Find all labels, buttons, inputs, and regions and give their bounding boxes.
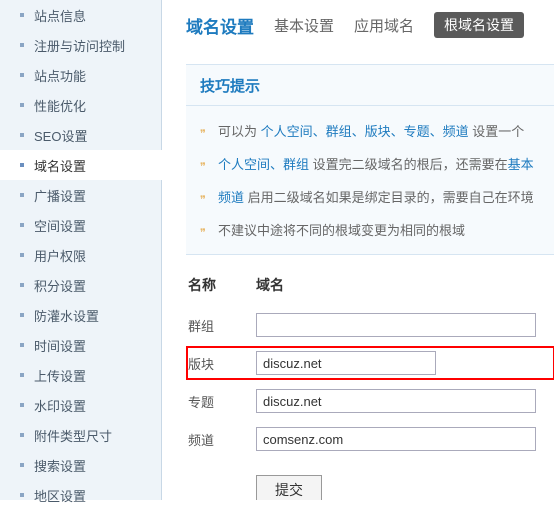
- sidebar-item-label: 附件类型尺寸: [34, 426, 112, 445]
- input-forum-domain[interactable]: [256, 351, 436, 375]
- tab-app-domain[interactable]: 应用域名: [354, 15, 414, 36]
- sidebar-item[interactable]: 上传设置: [0, 360, 161, 390]
- main-panel: 域名设置 基本设置 应用域名 根域名设置 技巧提示 可以为 个人空间、群组、版块…: [162, 0, 554, 500]
- sidebar-item[interactable]: 水印设置: [0, 390, 161, 420]
- input-channel-domain[interactable]: [256, 427, 536, 451]
- sidebar-item-label: 性能优化: [34, 96, 86, 115]
- sidebar-item-label: 上传设置: [34, 366, 86, 385]
- tab-root-domain[interactable]: 根域名设置: [434, 12, 524, 38]
- sidebar-item-label: 地区设置: [34, 486, 86, 505]
- sidebar-item[interactable]: 站点信息: [0, 0, 161, 30]
- sidebar-item-label: 站点功能: [34, 66, 86, 85]
- bullet-icon: [20, 13, 24, 17]
- bullet-icon: [20, 463, 24, 467]
- sidebar-item[interactable]: 附件类型尺寸: [0, 420, 161, 450]
- label-channel: 频道: [188, 430, 256, 449]
- sidebar-item-label: 防灌水设置: [34, 306, 99, 325]
- submit-button[interactable]: 提交: [256, 475, 322, 500]
- sidebar-item[interactable]: 注册与访问控制: [0, 30, 161, 60]
- bullet-icon: [20, 193, 24, 197]
- sidebar-item[interactable]: 地区设置: [0, 480, 161, 510]
- tips-list: 可以为 个人空间、群组、版块、专题、频道 设置一个 个人空间、群组 设置完二级域…: [186, 106, 554, 254]
- sidebar-item-label: 积分设置: [34, 276, 86, 295]
- sidebar: 站点信息注册与访问控制站点功能性能优化 SEO设置域名设置广播设置空间设置用户权限…: [0, 0, 162, 500]
- sidebar-item[interactable]: 广播设置: [0, 180, 161, 210]
- bullet-icon: [20, 283, 24, 287]
- tip-item: 频道 启用二级域名如果是绑定目录的，需要自己在环境: [200, 180, 554, 213]
- sidebar-item-label: 用户权限: [34, 246, 86, 265]
- sidebar-item[interactable]: 搜索设置: [0, 450, 161, 480]
- tips-panel: 技巧提示 可以为 个人空间、群组、版块、专题、频道 设置一个 个人空间、群组 设…: [186, 64, 554, 255]
- tip-item: 个人空间、群组 设置完二级域名的根后，还需要在基本: [200, 147, 554, 180]
- sidebar-item[interactable]: 用户权限: [0, 240, 161, 270]
- row-group: 群组: [188, 313, 554, 337]
- input-topic-domain[interactable]: [256, 389, 536, 413]
- bullet-icon: [20, 313, 24, 317]
- sidebar-item-label: SEO设置: [34, 126, 87, 145]
- col-header-domain: 域名: [256, 275, 284, 295]
- tip-item: 可以为 个人空间、群组、版块、专题、频道 设置一个: [200, 114, 554, 147]
- sidebar-item[interactable]: 防灌水设置: [0, 300, 161, 330]
- label-group: 群组: [188, 316, 256, 335]
- sidebar-item[interactable]: SEO设置: [0, 120, 161, 150]
- bullet-icon: [20, 493, 24, 497]
- sidebar-item-label: 搜索设置: [34, 456, 86, 475]
- label-topic: 专题: [188, 392, 256, 411]
- sidebar-item-label: 时间设置: [34, 336, 86, 355]
- input-group-domain[interactable]: [256, 313, 536, 337]
- sidebar-item-label: 注册与访问控制: [34, 36, 125, 55]
- sidebar-item[interactable]: 站点功能: [0, 60, 161, 90]
- sidebar-item[interactable]: 性能优化: [0, 90, 161, 120]
- bullet-icon: [20, 73, 24, 77]
- sidebar-item[interactable]: 积分设置: [0, 270, 161, 300]
- bullet-icon: [20, 253, 24, 257]
- sidebar-item-label: 水印设置: [34, 396, 86, 415]
- form-head: 名称 域名: [188, 275, 554, 295]
- sidebar-item-label: 空间设置: [34, 216, 86, 235]
- tab-basic-settings[interactable]: 基本设置: [274, 15, 334, 36]
- domain-form: 名称 域名 群组 版块 专题 频道 提交: [186, 275, 554, 500]
- sidebar-item-label: 域名设置: [34, 156, 86, 175]
- bullet-icon: [20, 343, 24, 347]
- row-topic: 专题: [188, 389, 554, 413]
- tips-header: 技巧提示: [186, 65, 554, 106]
- tab-bar: 域名设置 基本设置 应用域名 根域名设置: [186, 12, 554, 38]
- bullet-icon: [20, 223, 24, 227]
- bullet-icon: [20, 373, 24, 377]
- bullet-icon: [20, 103, 24, 107]
- tip-item: 不建议中途将不同的根域变更为相同的根域: [200, 213, 554, 246]
- col-header-name: 名称: [188, 275, 230, 295]
- tab-domain-settings[interactable]: 域名设置: [186, 13, 254, 38]
- bullet-icon: [20, 403, 24, 407]
- sidebar-item[interactable]: 空间设置: [0, 210, 161, 240]
- bullet-icon: [20, 163, 24, 167]
- sidebar-item-label: 广播设置: [34, 186, 86, 205]
- bullet-icon: [20, 43, 24, 47]
- label-forum: 版块: [187, 354, 256, 373]
- row-channel: 频道: [188, 427, 554, 451]
- bullet-icon: [20, 133, 24, 137]
- sidebar-item[interactable]: 域名设置: [0, 150, 162, 180]
- sidebar-item[interactable]: 时间设置: [0, 330, 161, 360]
- sidebar-item-label: 站点信息: [34, 6, 86, 25]
- bullet-icon: [20, 433, 24, 437]
- row-forum: 版块: [187, 347, 554, 379]
